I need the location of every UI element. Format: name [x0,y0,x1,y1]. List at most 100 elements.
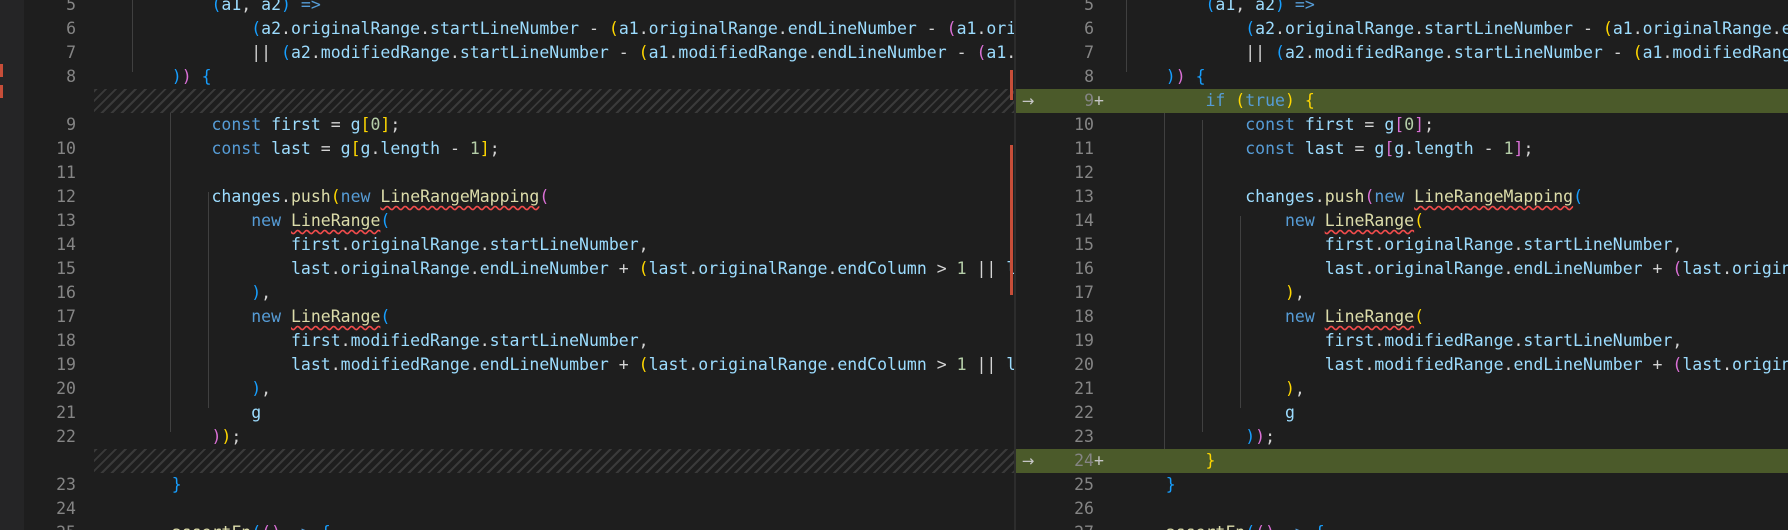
code-line: 11 [24,161,1014,185]
line-text: )) { [1165,67,1206,86]
code-line: 15 last.originalRange.endLineNumber + (l… [24,257,1014,281]
line-number: 27 [1056,521,1094,530]
line-text: ), [1284,379,1305,398]
line-text: ), [251,379,272,398]
line-number: 12 [1074,163,1094,182]
line-text: ), [251,283,272,302]
line-text: ), [1284,283,1305,302]
arrow-right-icon[interactable]: → [1016,89,1040,113]
line-text: first.modifiedRange.startLineNumber, [290,331,649,350]
code-line: 5 (a1, a2) => [24,0,1014,17]
line-text: )); [211,427,242,446]
code-line: 15 first.originalRange.startLineNumber, [1016,233,1788,257]
code-line-added: → 9 + if (true) { [1016,89,1788,113]
code-line: 6 (a2.originalRange.startLineNumber - (a… [24,17,1014,41]
line-text: )) { [171,67,212,86]
code-line: 6 (a2.originalRange.startLineNumber - (a… [1016,17,1788,41]
code-line: 14 new LineRange( [1016,209,1788,233]
error-marker [0,85,3,98]
line-number: 14 [56,235,76,254]
line-number: 21 [1074,379,1094,398]
code-line: 17 new LineRange( [24,305,1014,329]
line-number: 10 [1074,115,1094,134]
line-number: 18 [1074,307,1094,326]
code-line: 17 ), [1016,281,1788,305]
code-line: 7 || (a2.modifiedRange.startLineNumber -… [24,41,1014,65]
line-text: if (true) { [1205,91,1315,110]
line-number: 25 [24,521,76,530]
line-number: 23 [1074,427,1094,446]
code-line: 21 g [24,401,1014,425]
line-text: g [1284,403,1295,422]
line-number: 5 [66,0,76,14]
code-line: 27 assertFn(() => { [1016,521,1788,530]
overview-ruler-error [1010,70,1013,100]
line-number: 19 [56,355,76,374]
line-number: 10 [56,139,76,158]
original-editor-pane[interactable]: 5 (a1, a2) => 6 (a2.originalRange.startL… [24,0,1014,530]
line-number: 15 [1074,235,1094,254]
line-text: const first = g[0]; [211,115,401,134]
line-text: || (a2.modifiedRange.startLineNumber - (… [1126,43,1788,62]
line-text: changes.push(new LineRangeMapping( [211,187,550,206]
line-text: last.originalRange.endLineNumber + (last… [1324,259,1788,278]
line-number: 26 [1074,499,1094,518]
line-number: 7 [66,43,76,62]
added-marker: + [1094,91,1104,110]
arrow-right-icon[interactable]: → [1016,449,1040,473]
line-number: 15 [56,259,76,278]
line-text: const last = g[g.length - 1]; [1245,139,1534,158]
code-line-added: → 24 + } [1016,449,1788,473]
line-number: 20 [56,379,76,398]
added-marker: + [1094,451,1104,470]
line-text: (a2.originalRange.startLineNumber - (a1.… [251,19,1014,38]
line-number: 13 [56,211,76,230]
line-number: 5 [1084,0,1094,14]
line-text: (a2.originalRange.startLineNumber - (a1.… [1245,19,1788,38]
code-line: 13 changes.push(new LineRangeMapping( [1016,185,1788,209]
code-line: 18 first.modifiedRange.startLineNumber, [24,329,1014,353]
line-number: 20 [1074,355,1094,374]
line-number: 6 [1084,19,1094,38]
line-text: } [171,475,182,494]
line-text: last.originalRange.endLineNumber + (last… [290,259,1014,278]
line-number: 23 [56,475,76,494]
diff-placeholder-hatch [94,89,1014,113]
line-number: 22 [1074,403,1094,422]
code-line: 22 )); [24,425,1014,449]
line-number: 25 [1074,475,1094,494]
code-line: 14 first.originalRange.startLineNumber, [24,233,1014,257]
line-text: assertFn(() => { [1126,521,1325,530]
line-text: new LineRange( [251,307,391,326]
code-line: 9 const first = g[0]; [24,113,1014,137]
code-line: 12 [1016,161,1788,185]
code-line: 7 || (a2.modifiedRange.startLineNumber -… [1016,41,1788,65]
line-number: 17 [1074,283,1094,302]
line-text: last.modifiedRange.endLineNumber + (last… [1324,355,1788,374]
code-line: 5 (a1, a2) => [1016,0,1788,17]
line-number: 11 [56,163,76,182]
line-number: 9 [66,115,76,134]
line-number: 8 [66,67,76,86]
activity-bar [0,0,24,530]
code-line: 8 )) { [1016,65,1788,89]
code-line: 11 const last = g[g.length - 1]; [1016,137,1788,161]
line-number: 6 [66,19,76,38]
code-line: 26 [1016,497,1788,521]
line-text: first.originalRange.startLineNumber, [290,235,649,254]
line-text: last.modifiedRange.endLineNumber + (last… [290,355,1014,374]
line-text: const last = g[g.length - 1]; [211,139,500,158]
line-text: )); [1245,427,1276,446]
line-text: assertFn(() => { [132,521,331,530]
modified-editor-pane[interactable]: 5 (a1, a2) => 6 (a2.originalRange.startL… [1016,0,1788,530]
line-text: const first = g[0]; [1245,115,1434,134]
line-text: g [251,403,262,422]
line-number: 19 [1074,331,1094,350]
line-number: 12 [56,187,76,206]
line-text: changes.push(new LineRangeMapping( [1245,187,1584,206]
overview-ruler-error [1010,145,1013,295]
line-number: 13 [1074,187,1094,206]
error-marker [0,64,3,77]
line-text: first.originalRange.startLineNumber, [1324,235,1683,254]
code-line: 16 ), [24,281,1014,305]
